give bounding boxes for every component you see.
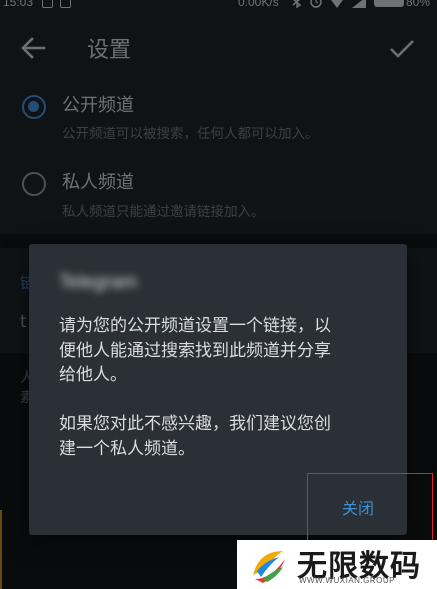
screen: 15:03 0.00K/s 80% 设置 公开频道 公开频道可以被搜索，任何人都… <box>0 0 437 589</box>
alert-dialog: Telegram 请为您的公开频道设置一个链接，以 便他人能通过搜索找到此频道并… <box>29 244 407 535</box>
close-button[interactable]: 关闭 <box>342 495 374 519</box>
watermark-logo-icon <box>253 551 285 583</box>
watermark-url: WWW.WUXIAN.GROUP <box>299 576 395 585</box>
dialog-message: 请为您的公开频道设置一个链接，以 便他人能通过搜索找到此频道并分享 给他人。 如… <box>59 316 331 459</box>
dialog-title: Telegram <box>59 272 138 293</box>
watermark: 无限数码 WWW.WUXIAN.GROUP <box>237 540 437 589</box>
